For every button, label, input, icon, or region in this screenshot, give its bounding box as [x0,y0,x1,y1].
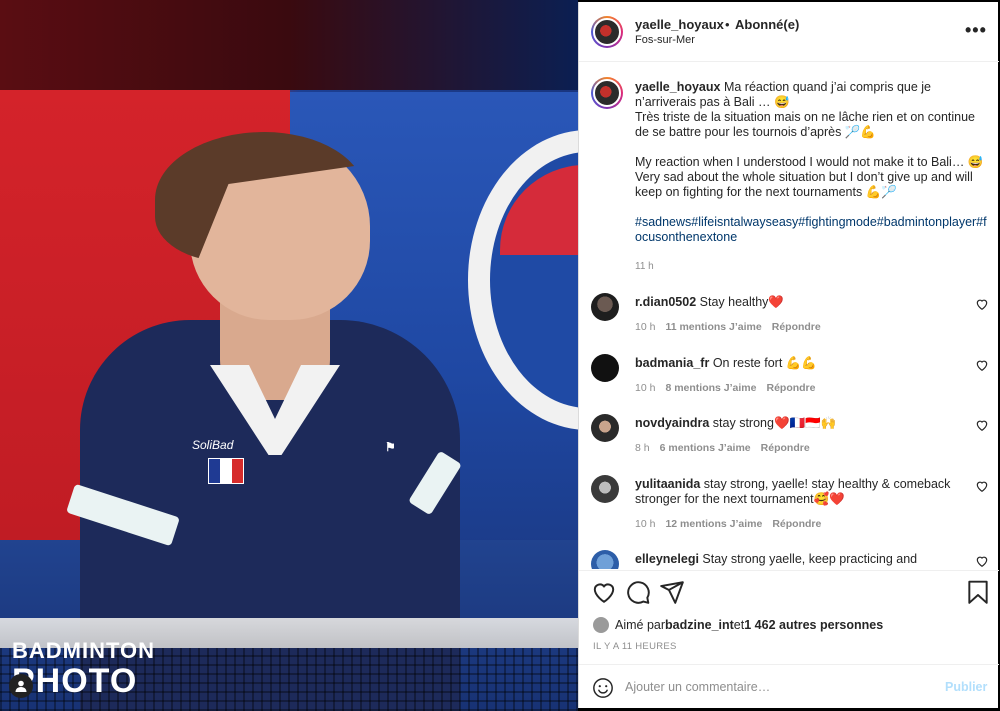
caption-hashtags[interactable]: #sadnews#lifeisntalwayseasy#fightingmode… [635,215,987,244]
comment-item: yulitaanida stay strong, yaelle! stay he… [591,475,991,530]
comment-meta: 10 h 12 mentions J’aime Répondre [635,518,831,530]
shirt-brand-text: SoliBad [192,438,234,452]
photo-background-top [0,0,578,90]
reply-button[interactable]: Répondre [761,442,810,454]
caption-username[interactable]: yaelle_hoyaux [635,80,720,94]
likes-others[interactable]: 1 462 autres personnes [744,618,883,632]
commenter-avatar[interactable] [591,475,619,503]
comment-time: 10 h [635,518,656,530]
comment-item: badmania_fr On reste fort 💪💪 10 h 8 menti… [591,354,991,404]
comment-text: elleynelegi Stay strong yaelle, keep pra… [635,552,965,567]
follow-status-button[interactable]: Abonné(e) [735,17,799,32]
caption-line3: My reaction when I understood I would no… [635,155,984,169]
commenter-avatar[interactable] [591,550,619,569]
heart-icon[interactable] [975,358,989,372]
flag-stripe-blue [209,459,221,483]
photo-watermark: BADMINTON PHOTO [12,638,156,700]
caption-avatar[interactable] [591,77,623,109]
commenter-username[interactable]: badmania_fr [635,356,709,370]
watermark-line1: BADMINTON [12,638,156,663]
caption-line4: Very sad about the whole situation but I… [635,170,973,199]
screenshot-frame: SoliBad ⚑ BADMINTON PHOTO yaelle_hoyaux … [0,0,1000,711]
author-avatar[interactable] [591,16,623,48]
comment-body: stay strong❤️🇫🇷🇮🇩🙌 [709,416,837,430]
watermark-line2: PHOTO [12,662,138,700]
bookmark-icon[interactable] [965,579,991,605]
emoji-icon[interactable] [592,677,614,699]
comment-item: elleynelegi Stay strong yaelle, keep pra… [591,550,991,569]
comment-text: yulitaanida stay strong, yaelle! stay he… [635,477,965,507]
add-comment-bar: Publier [579,664,999,708]
commenter-avatar[interactable] [591,414,619,442]
comment-body: Stay strong yaelle, keep practicing and [698,552,918,566]
share-icon[interactable] [659,579,685,605]
comment-meta: 8 h 6 mentions J’aime Répondre [635,442,820,454]
reply-button[interactable]: Répondre [772,321,821,333]
caption-text: yaelle_hoyaux Ma réaction quand j’ai com… [635,80,991,245]
publish-button[interactable]: Publier [945,680,987,694]
comment-text: badmania_fr On reste fort 💪💪 [635,356,965,371]
header-separator: • [725,17,730,32]
comment-likes[interactable]: 11 mentions J’aime [665,321,761,333]
more-icon[interactable]: ••• [965,20,987,41]
comment-body: On reste fort 💪💪 [709,356,817,370]
heart-icon[interactable] [975,479,989,493]
comments-scroll-area[interactable]: yaelle_hoyaux Ma réaction quand j’ai com… [579,63,999,569]
comment-item: novdyaindra stay strong❤️🇫🇷🇮🇩🙌 8 h 6 ment… [591,414,991,464]
reply-button[interactable]: Répondre [766,382,815,394]
post-age[interactable]: IL Y A 11 HEURES [593,641,677,652]
comment-likes[interactable]: 12 mentions J’aime [665,518,762,530]
comment-time: 10 h [635,382,656,394]
liker-avatar[interactable] [593,617,609,633]
heart-icon[interactable] [591,579,617,605]
likes-prefix: Aimé par [615,618,666,632]
comment-time: 8 h [635,442,650,454]
commenter-username[interactable]: elleynelegi [635,552,699,566]
comment-likes[interactable]: 8 mentions J’aime [665,382,756,394]
comment-meta: 10 h 8 mentions J’aime Répondre [635,382,826,394]
commenter-username[interactable]: r.dian0502 [635,295,696,309]
liker-username[interactable]: badzine_int [665,618,734,632]
comment-text: novdyaindra stay strong❤️🇫🇷🇮🇩🙌 [635,416,965,431]
reply-button[interactable]: Répondre [772,518,821,530]
post-photo: SoliBad ⚑ BADMINTON PHOTO [0,0,578,711]
french-flag [208,458,244,484]
post-header: yaelle_hoyaux • Abonné(e) Fos-sur-Mer ••… [579,2,999,62]
likes-summary: Aimé par badzine_int et 1 462 autres per… [593,617,883,633]
heart-icon[interactable] [975,554,989,568]
person-icon[interactable] [9,674,33,698]
likes-middle: et [733,618,745,632]
post-location[interactable]: Fos-sur-Mer [635,34,695,46]
comment-text: r.dian0502 Stay healthy❤️ [635,295,965,310]
caption-line2: Très triste de la situation mais on ne l… [635,110,976,139]
comment-likes[interactable]: 6 mentions J’aime [660,442,751,454]
add-comment-input[interactable] [625,675,925,699]
comment-body: Stay healthy❤️ [696,295,784,309]
commenter-username[interactable]: novdyaindra [635,416,709,430]
author-username[interactable]: yaelle_hoyaux [635,17,724,32]
caption-time: 11 h [635,261,654,272]
comment-icon[interactable] [625,579,651,605]
comment-time: 10 h [635,321,656,333]
commenter-avatar[interactable] [591,293,619,321]
shirt-maker-logo: ⚑ [385,440,396,454]
flag-stripe-white [220,459,232,483]
flag-stripe-red [231,459,243,483]
comment-item: r.dian0502 Stay healthy❤️ 10 h 11 mention… [591,293,991,343]
heart-icon[interactable] [975,418,989,432]
post-side-panel: yaelle_hoyaux • Abonné(e) Fos-sur-Mer ••… [578,2,999,708]
heart-icon[interactable] [975,297,989,311]
commenter-username[interactable]: yulitaanida [635,477,700,491]
comment-meta: 10 h 11 mentions J’aime Répondre [635,321,831,333]
commenter-avatar[interactable] [591,354,619,382]
